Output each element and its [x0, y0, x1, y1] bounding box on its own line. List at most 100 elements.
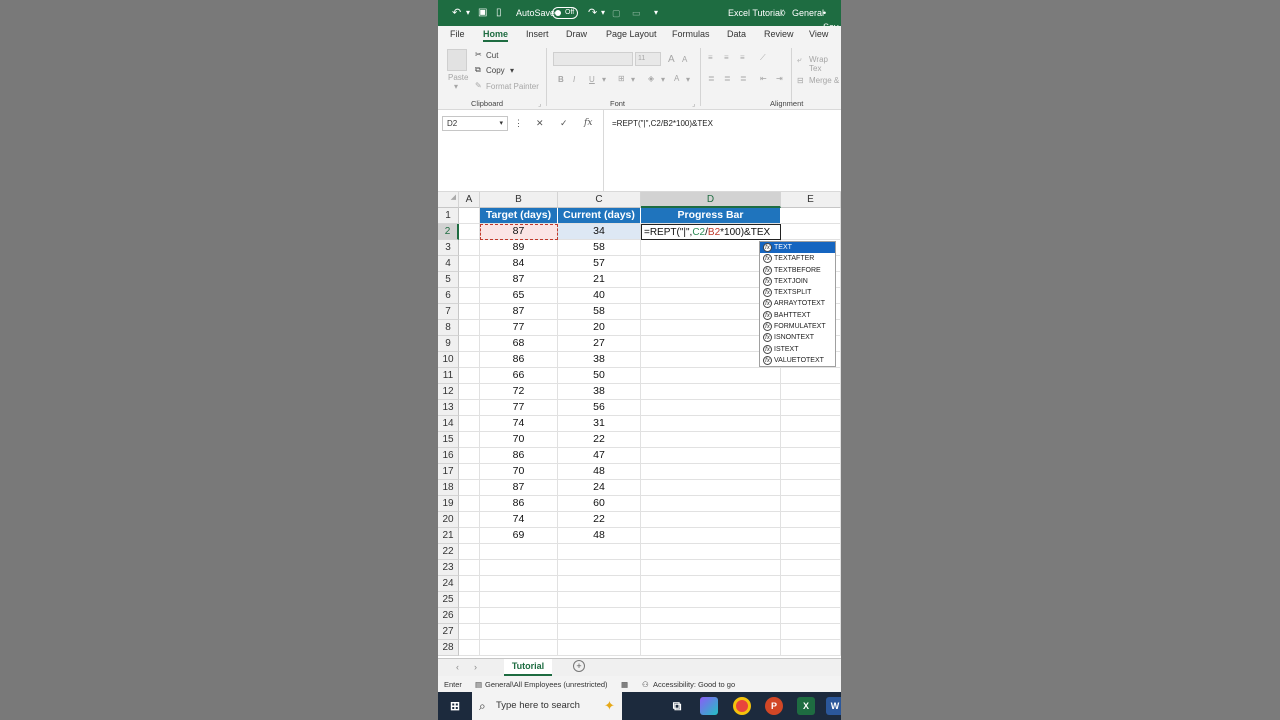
- cell[interactable]: [781, 384, 841, 400]
- cell[interactable]: [781, 560, 841, 576]
- row-header[interactable]: 5: [438, 272, 459, 288]
- row-header[interactable]: 4: [438, 256, 459, 272]
- cell[interactable]: [459, 304, 480, 320]
- cell[interactable]: [459, 416, 480, 432]
- cell[interactable]: [781, 528, 841, 544]
- cell[interactable]: [781, 448, 841, 464]
- font-color-dropdown-icon[interactable]: ▾: [686, 75, 690, 84]
- target-cell[interactable]: 87: [480, 224, 558, 240]
- autocomplete-item[interactable]: fx ARRAYTOTEXT: [760, 298, 835, 309]
- current-cell[interactable]: 20: [558, 320, 641, 336]
- current-cell[interactable]: 56: [558, 400, 641, 416]
- header-current-days[interactable]: Current (days): [558, 208, 641, 224]
- cell[interactable]: [641, 592, 781, 608]
- row-header[interactable]: 19: [438, 496, 459, 512]
- cell[interactable]: [480, 592, 558, 608]
- cell[interactable]: [459, 336, 480, 352]
- function-autocomplete[interactable]: fx TEXT fx TEXTAFTER fx TEXTBEFORE fx TEXTJOIN f…: [759, 241, 836, 367]
- target-cell[interactable]: 66: [480, 368, 558, 384]
- autosave-toggle[interactable]: Off: [552, 7, 578, 19]
- tab-data[interactable]: Data: [727, 29, 746, 39]
- wrap-text-icon[interactable]: ⤶: [797, 55, 801, 65]
- cell[interactable]: [558, 624, 641, 640]
- current-cell[interactable]: 24: [558, 480, 641, 496]
- excel-icon[interactable]: X: [797, 697, 815, 715]
- row-header[interactable]: 1: [438, 208, 459, 224]
- cell[interactable]: [459, 544, 480, 560]
- column-header-e[interactable]: E: [781, 192, 841, 208]
- tab-home[interactable]: Home: [483, 29, 509, 42]
- target-cell[interactable]: 84: [480, 256, 558, 272]
- cell[interactable]: [558, 592, 641, 608]
- screen-icon[interactable]: ▭: [632, 6, 641, 20]
- chrome-icon[interactable]: [733, 697, 751, 715]
- merge-icon[interactable]: ⊟: [797, 76, 804, 85]
- borders-dropdown-icon[interactable]: ▾: [631, 75, 635, 84]
- next-sheet-icon[interactable]: ›: [474, 662, 477, 672]
- current-cell[interactable]: 48: [558, 464, 641, 480]
- copilot-icon[interactable]: [700, 697, 718, 715]
- cell[interactable]: [641, 432, 781, 448]
- cell[interactable]: [781, 400, 841, 416]
- merge-button[interactable]: Merge &: [809, 76, 839, 85]
- cell[interactable]: [459, 560, 480, 576]
- target-cell[interactable]: 69: [480, 528, 558, 544]
- cell[interactable]: [641, 368, 781, 384]
- target-cell[interactable]: 86: [480, 448, 558, 464]
- undo-icon[interactable]: ↶: [452, 6, 461, 20]
- cell[interactable]: [459, 368, 480, 384]
- current-cell[interactable]: 57: [558, 256, 641, 272]
- row-header[interactable]: 21: [438, 528, 459, 544]
- cell[interactable]: [480, 560, 558, 576]
- enter-icon[interactable]: ✓: [560, 118, 568, 129]
- cell[interactable]: [459, 288, 480, 304]
- current-cell[interactable]: 60: [558, 496, 641, 512]
- cell[interactable]: [781, 208, 841, 224]
- align-middle-icon[interactable]: ≡: [724, 53, 729, 62]
- row-header[interactable]: 6: [438, 288, 459, 304]
- cut-button[interactable]: Cut: [486, 51, 498, 60]
- current-cell[interactable]: 27: [558, 336, 641, 352]
- row-header[interactable]: 26: [438, 608, 459, 624]
- autocomplete-item[interactable]: fx TEXT: [760, 242, 835, 254]
- target-cell[interactable]: 77: [480, 320, 558, 336]
- row-header[interactable]: 10: [438, 352, 459, 368]
- cell[interactable]: [781, 224, 841, 240]
- autocomplete-item[interactable]: fx TEXTJOIN: [760, 276, 835, 287]
- cell[interactable]: [641, 448, 781, 464]
- align-bottom-icon[interactable]: ≡: [740, 53, 745, 62]
- current-cell[interactable]: 58: [558, 240, 641, 256]
- fill-color-dropdown-icon[interactable]: ▾: [661, 75, 665, 84]
- cell[interactable]: [459, 224, 480, 240]
- cell[interactable]: [641, 416, 781, 432]
- cell[interactable]: [781, 432, 841, 448]
- cell[interactable]: [641, 496, 781, 512]
- cell[interactable]: [459, 576, 480, 592]
- tab-view[interactable]: View: [809, 29, 828, 39]
- redo-icon[interactable]: ↷: [588, 6, 597, 20]
- status-sensitivity[interactable]: General\All Employees (unrestricted): [485, 680, 608, 689]
- cell[interactable]: [781, 496, 841, 512]
- cell[interactable]: [641, 512, 781, 528]
- wrap-text-button[interactable]: Wrap Tex: [809, 55, 841, 73]
- fill-color-icon[interactable]: ◈: [648, 74, 654, 83]
- file-name[interactable]: Excel Tutorial: [728, 6, 782, 20]
- cell[interactable]: [641, 608, 781, 624]
- current-cell[interactable]: 34: [558, 224, 641, 240]
- current-cell[interactable]: 22: [558, 512, 641, 528]
- font-launcher-icon[interactable]: ⌟: [692, 99, 696, 108]
- cell[interactable]: [558, 640, 641, 656]
- cell[interactable]: [480, 544, 558, 560]
- borders-icon[interactable]: ⊞: [618, 74, 625, 83]
- current-cell[interactable]: 58: [558, 304, 641, 320]
- copy-dropdown-icon[interactable]: ▾: [510, 66, 514, 75]
- cell[interactable]: [641, 464, 781, 480]
- align-center-icon[interactable]: ≣: [724, 74, 731, 83]
- cell[interactable]: [781, 544, 841, 560]
- cell[interactable]: [558, 576, 641, 592]
- cell[interactable]: [459, 480, 480, 496]
- task-view-icon[interactable]: ⧉: [668, 697, 686, 715]
- target-cell[interactable]: 68: [480, 336, 558, 352]
- target-cell[interactable]: 74: [480, 416, 558, 432]
- cell[interactable]: [459, 512, 480, 528]
